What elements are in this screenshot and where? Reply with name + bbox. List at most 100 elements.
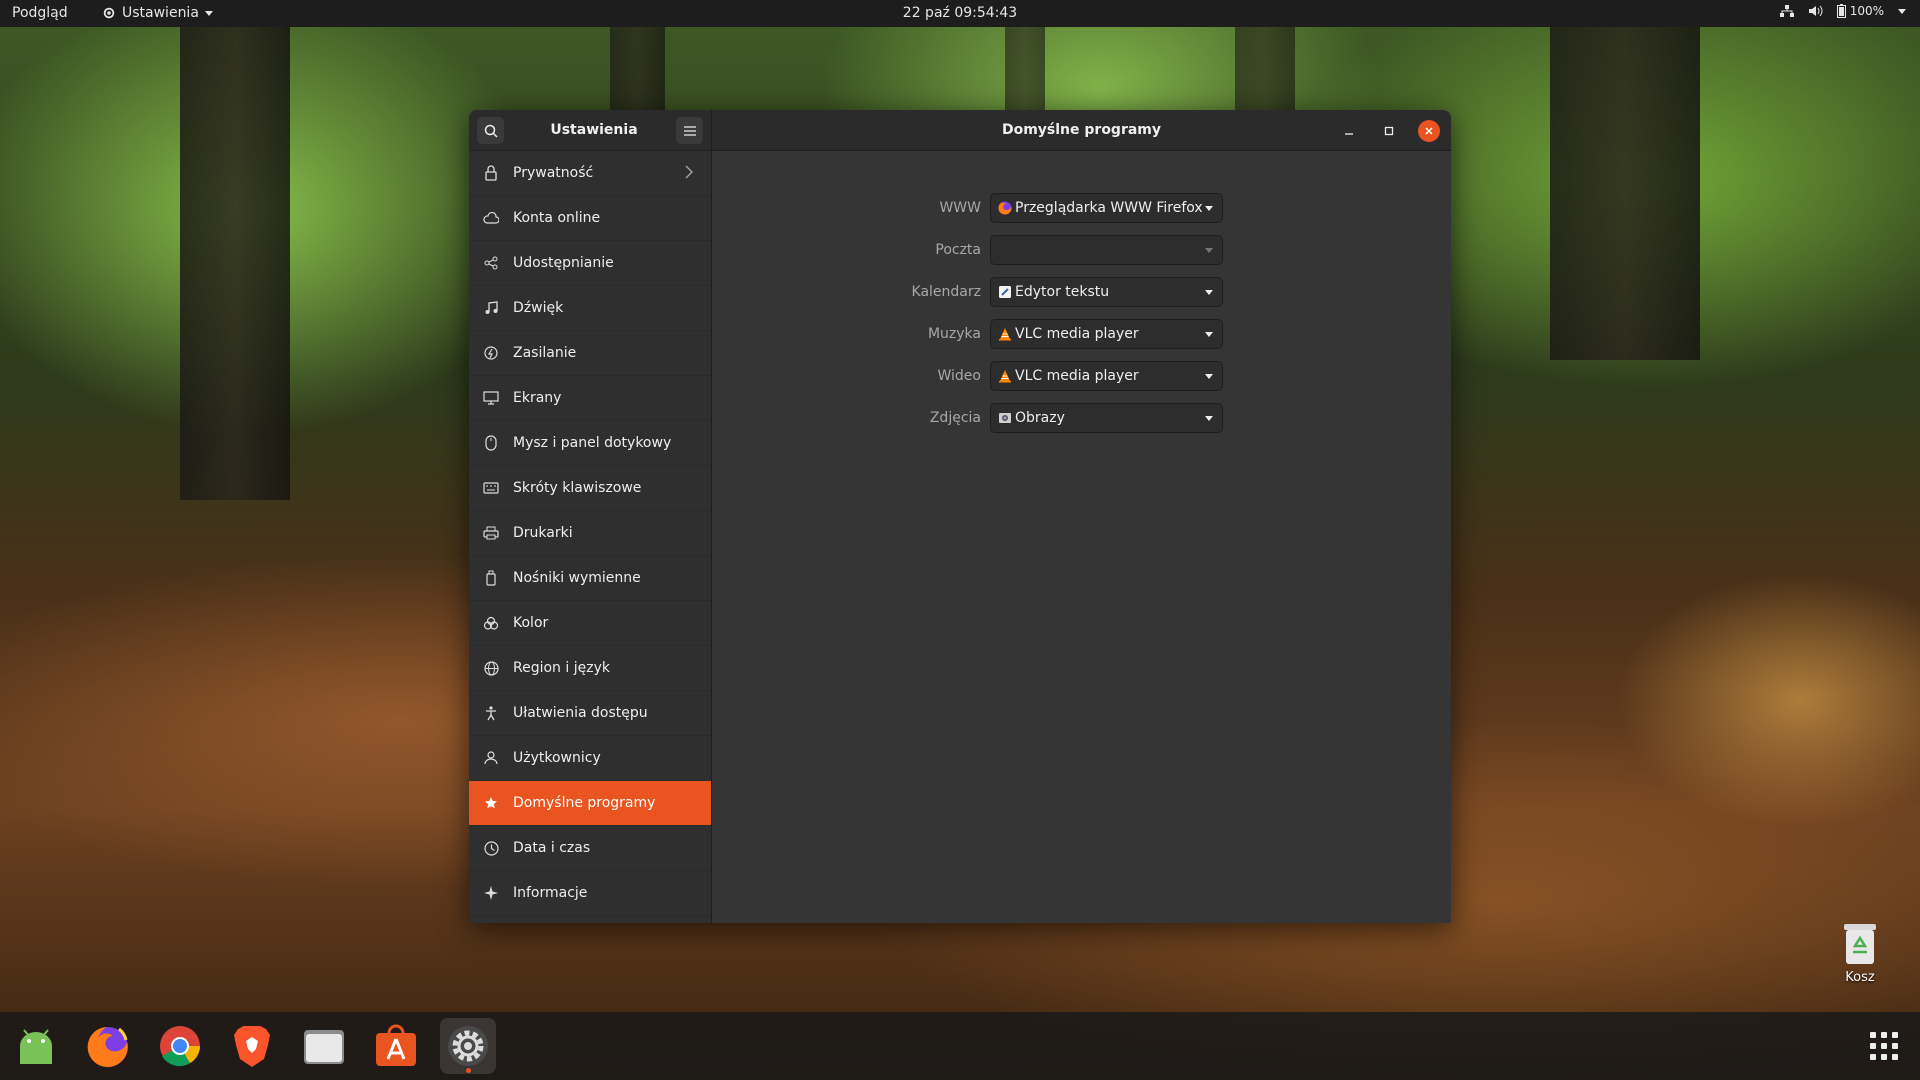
accessibility-icon (486, 705, 496, 720)
sidebar-item-online-accounts[interactable]: Konta online (469, 196, 711, 241)
maximize-button[interactable] (1378, 120, 1400, 142)
sidebar: Prywatność Konta online Udostępnianie Dź… (469, 151, 712, 923)
chevron-right-icon (685, 165, 693, 179)
sparkle-icon (484, 886, 498, 900)
chevron-down-icon (1205, 332, 1213, 337)
desktop-trash[interactable]: Kosz (1835, 920, 1885, 985)
cloud-icon (483, 212, 499, 224)
dock-chrome[interactable] (152, 1018, 208, 1074)
default-applications-panel: WWW Przeglądarka WWW Firefox Poczta Kale… (712, 151, 1451, 923)
sidebar-item-users[interactable]: Użytkownicy (469, 736, 711, 781)
network-icon (1779, 5, 1794, 17)
settings-window: Ustawienia Domyślne programy Prywatność … (469, 110, 1451, 923)
sidebar-item-label: Data i czas (513, 840, 591, 856)
sidebar-item-label: Dźwięk (513, 300, 564, 316)
combo-value: Obrazy (1015, 410, 1065, 426)
combo-value: VLC media player (1015, 326, 1139, 342)
sidebar-item-label: Użytkownicy (513, 750, 601, 766)
brave-icon (234, 1026, 270, 1067)
sidebar-item-label: Ekrany (513, 390, 562, 406)
app-menu[interactable]: Ustawienia (102, 5, 213, 21)
mail-combo[interactable] (990, 235, 1223, 265)
search-button[interactable] (477, 117, 504, 144)
display-icon (483, 391, 499, 405)
sidebar-item-color[interactable]: Kolor (469, 601, 711, 646)
activities-button[interactable]: Podgląd (12, 5, 68, 21)
sidebar-item-label: Konta online (513, 210, 601, 226)
sidebar-item-printers[interactable]: Drukarki (469, 511, 711, 556)
web-combo[interactable]: Przeglądarka WWW Firefox (990, 193, 1223, 223)
sidebar-item-region-language[interactable]: Region i język (469, 646, 711, 691)
sidebar-item-label: Prywatność (513, 165, 594, 181)
sidebar-item-default-applications[interactable]: Domyślne programy (469, 781, 711, 826)
close-button[interactable] (1418, 120, 1440, 142)
system-tray[interactable]: 100% (1779, 4, 1906, 18)
chevron-down-icon (1205, 374, 1213, 379)
vlc-icon (999, 328, 1011, 341)
calendar-combo[interactable]: Edytor tekstu (990, 277, 1223, 307)
chrome-icon (160, 1026, 200, 1067)
sidebar-item-sound[interactable]: Dźwięk (469, 286, 711, 331)
clock-icon (483, 840, 499, 856)
sidebar-item-label: Nośniki wymienne (513, 570, 641, 586)
dock-software[interactable] (368, 1018, 424, 1074)
volume-icon (1808, 5, 1823, 17)
sidebar-item-date-time[interactable]: Data i czas (469, 826, 711, 871)
star-icon (485, 797, 497, 809)
sidebar-item-removable-media[interactable]: Nośniki wymienne (469, 556, 711, 601)
maximize-icon (1384, 126, 1394, 136)
chevron-down-icon (1205, 248, 1213, 253)
vlc-icon (999, 370, 1011, 383)
search-icon (484, 124, 498, 138)
menu-button[interactable] (676, 117, 703, 144)
dock-files[interactable] (296, 1018, 352, 1074)
default-app-row-mail: Poczta (712, 235, 1451, 265)
sidebar-item-keyboard-shortcuts[interactable]: Skróty klawiszowe (469, 466, 711, 511)
video-combo[interactable]: VLC media player (990, 361, 1223, 391)
globe-icon (483, 660, 499, 676)
sidebar-item-displays[interactable]: Ekrany (469, 376, 711, 421)
music-note-icon (485, 301, 498, 314)
chevron-down-icon (1205, 290, 1213, 295)
clock[interactable]: 22 paź 09:54:43 (903, 5, 1017, 21)
show-applications-button[interactable] (1856, 1018, 1912, 1074)
wallpaper-tree (180, 0, 290, 500)
power-icon (484, 346, 498, 360)
dock-firefox[interactable] (80, 1018, 136, 1074)
sidebar-item-accessibility[interactable]: Ułatwienia dostępu (469, 691, 711, 736)
software-store-icon (376, 1024, 416, 1066)
keyboard-icon (483, 482, 499, 494)
firefox-icon (87, 1026, 128, 1067)
photos-combo[interactable]: Obrazy (990, 403, 1223, 433)
battery-icon (1836, 4, 1846, 18)
sidebar-item-label: Informacje (513, 885, 588, 901)
row-label: Kalendarz (911, 284, 981, 300)
settings-gear-icon (448, 1026, 488, 1066)
sidebar-item-label: Region i język (513, 660, 610, 676)
dock-settings[interactable] (440, 1018, 496, 1074)
sidebar-item-label: Skróty klawiszowe (513, 480, 642, 496)
text-editor-icon (999, 286, 1011, 298)
sidebar-item-mouse[interactable]: Mysz i panel dotykowy (469, 421, 711, 466)
row-label: Muzyka (927, 326, 981, 342)
top-bar: Podgląd Ustawienia 22 paź 09:54:43 100% (0, 0, 1920, 27)
removable-media-icon (486, 570, 496, 586)
sidebar-title: Ustawienia (550, 122, 638, 138)
sidebar-item-label: Drukarki (513, 525, 573, 541)
dock-brave[interactable] (224, 1018, 280, 1074)
users-icon (484, 751, 498, 765)
sidebar-item-label: Udostępnianie (513, 255, 614, 271)
sidebar-item-power[interactable]: Zasilanie (469, 331, 711, 376)
sidebar-item-privacy[interactable]: Prywatność (469, 151, 711, 196)
trash-label: Kosz (1845, 970, 1875, 985)
music-combo[interactable]: VLC media player (990, 319, 1223, 349)
sidebar-item-sharing[interactable]: Udostępnianie (469, 241, 711, 286)
minimize-button[interactable] (1338, 120, 1360, 142)
battery-percentage: 100% (1849, 4, 1884, 18)
sidebar-item-about[interactable]: Informacje (469, 871, 711, 916)
image-viewer-icon (999, 413, 1011, 423)
dock-android-studio[interactable] (8, 1018, 64, 1074)
app-grid-icon (1870, 1032, 1898, 1060)
lock-icon (485, 165, 497, 181)
running-indicator (466, 1068, 471, 1073)
